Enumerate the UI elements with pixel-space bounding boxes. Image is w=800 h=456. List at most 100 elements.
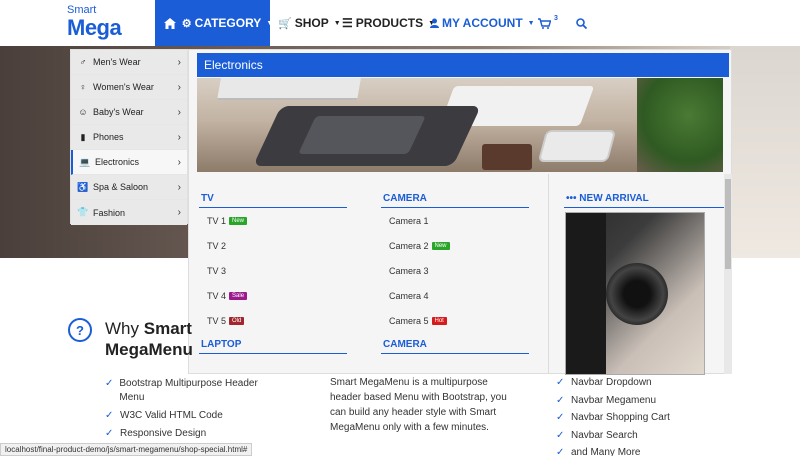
bars-icon: ☰ xyxy=(342,16,353,30)
search-icon xyxy=(576,17,587,29)
nav-cart[interactable]: 3 xyxy=(538,0,558,46)
check-icon: ✓ xyxy=(556,394,565,406)
banner-laptop xyxy=(217,78,361,100)
mega-panel-scrollbar[interactable] xyxy=(724,174,732,374)
tv-item-label: TV 4 xyxy=(207,290,227,301)
nav-category[interactable]: ⚙ CATEGORY ▼ xyxy=(181,0,273,46)
mega-panel-title: Electronics xyxy=(197,53,729,77)
tv-item[interactable]: TV 4 Sale xyxy=(199,283,347,308)
camera-item-label: Camera 3 xyxy=(389,265,429,276)
feature-item: ✓ Responsive Design xyxy=(105,427,275,441)
new-arrival-camera-photo[interactable] xyxy=(565,212,705,375)
features-right-list: ✓ Navbar Dropdown ✓ Navbar Megamenu ✓ Navba… xyxy=(556,374,706,456)
nav-my-account[interactable]: MY ACCOUNT ▼ xyxy=(430,0,535,46)
tv-heading: TV xyxy=(199,190,347,208)
shirt-icon: 👕 xyxy=(77,207,89,217)
photo-hair xyxy=(566,213,606,374)
nav-category-label: CATEGORY xyxy=(194,16,262,30)
camera-item[interactable]: Camera 1 xyxy=(381,208,529,233)
cart-count-badge: 3 xyxy=(554,14,558,22)
nav-shop[interactable]: 🛒 SHOP ▼ xyxy=(278,0,341,46)
navbar: Smart Mega ⚙ CATEGORY ▼ 🛒 SHOP ▼ ☰ PRODU… xyxy=(0,0,800,46)
feature-item: ✓ and Many More xyxy=(556,444,706,456)
camera-column: CAMERA Camera 1 Camera 2 New Camera 3 Cam… xyxy=(381,190,529,354)
nav-my-account-label: MY ACCOUNT xyxy=(442,16,523,30)
hot-badge: Hot xyxy=(431,316,447,325)
feature-item: ✓ Navbar Dropdown xyxy=(556,374,706,392)
why-title-pre: Why xyxy=(105,319,139,338)
camera-item[interactable]: Camera 5 Hot xyxy=(381,308,529,333)
tv-item-label: TV 5 xyxy=(207,315,227,326)
feature-label: Navbar Dropdown xyxy=(571,377,652,388)
submenu-item-label: Spa & Saloon xyxy=(93,182,149,192)
camera-heading: CAMERA xyxy=(381,190,529,208)
chevron-right-icon: › xyxy=(177,56,181,68)
chevron-right-icon: › xyxy=(177,156,181,168)
scrollbar-thumb[interactable] xyxy=(725,179,731,269)
shopping-cart-icon: 🛒 xyxy=(278,17,292,30)
chevron-right-icon: › xyxy=(177,81,181,93)
camera-item[interactable]: Camera 4 xyxy=(381,283,529,308)
electronics-banner-image xyxy=(197,78,723,172)
submenu-item-label: Fashion xyxy=(93,207,126,218)
browser-status-bar: localhost/final-product-demo/js/smart-me… xyxy=(0,443,253,456)
camera-item[interactable]: Camera 2 New xyxy=(381,233,529,258)
camera-item[interactable]: Camera 3 xyxy=(381,258,529,283)
submenu-item-babys-wear[interactable]: ☺ Baby's Wear › xyxy=(71,100,187,125)
child-icon: ☺ xyxy=(78,107,88,117)
logo-mega-text: Mega xyxy=(67,15,122,40)
home-button[interactable] xyxy=(155,0,185,46)
tv-item[interactable]: TV 2 xyxy=(199,233,347,258)
submenu-item-phones[interactable]: ▮ Phones › xyxy=(71,125,187,150)
check-icon: ✓ xyxy=(556,447,565,456)
nav-products-label: PRODUCTS xyxy=(355,16,424,30)
ellipsis-icon: ••• xyxy=(566,193,577,204)
gear-icon: ⚙ xyxy=(181,17,192,30)
tv-item-label: TV 2 xyxy=(207,240,227,251)
feature-item: ✓ Navbar Shopping Cart xyxy=(556,409,706,427)
feature-label: Bootstrap Multipurpose Header Menu xyxy=(119,378,258,403)
feature-item: ✓ Navbar Search xyxy=(556,427,706,445)
feature-label: W3C Valid HTML Code xyxy=(120,410,223,421)
submenu-item-mens-wear[interactable]: ♂ Men's Wear › xyxy=(71,50,187,75)
submenu-item-spa-saloon[interactable]: ♿ Spa & Saloon › xyxy=(71,175,187,200)
user-icon xyxy=(430,18,439,28)
tv-item[interactable]: TV 1 New xyxy=(199,208,347,233)
new-badge: New xyxy=(431,241,450,250)
camera-heading-2: CAMERA xyxy=(381,336,529,354)
feature-item: ✓ Bootstrap Multipurpose Header Menu xyxy=(105,377,275,405)
why-description: Smart MegaMenu is a multipurpose header … xyxy=(330,377,507,433)
chevron-right-icon: › xyxy=(177,181,181,193)
why-title-bold2: MegaMenu xyxy=(105,340,193,359)
tv-item-label: TV 1 xyxy=(207,215,227,226)
submenu-item-womens-wear[interactable]: ♀ Women's Wear › xyxy=(71,75,187,100)
logo[interactable]: Smart Mega xyxy=(58,0,153,46)
banner-phone xyxy=(537,130,617,162)
mega-menu-panel: Electronics TV TV 1 New TV 2 TV 3 TV 4 Sal… xyxy=(188,49,732,375)
camera-item-label: Camera 2 xyxy=(389,240,429,251)
nav-search[interactable] xyxy=(576,0,587,46)
feature-item: ✓ W3C Valid HTML Code xyxy=(105,409,275,423)
submenu-item-label: Baby's Wear xyxy=(93,107,144,117)
submenu-item-electronics[interactable]: 💻 Electronics › xyxy=(71,150,187,175)
submenu-item-label: Men's Wear xyxy=(93,57,141,67)
new-badge: New xyxy=(229,216,248,225)
check-icon: ✓ xyxy=(556,412,565,423)
new-arrival-heading: ••• NEW ARRIVAL xyxy=(564,190,724,208)
submenu-item-fashion[interactable]: 👕 Fashion › xyxy=(71,200,187,225)
wheelchair-icon: ♿ xyxy=(77,181,89,192)
tv-item[interactable]: TV 3 xyxy=(199,258,347,283)
why-title-bold1: Smart xyxy=(143,319,192,338)
male-icon: ♂ xyxy=(79,57,87,67)
category-submenu: ♂ Men's Wear › ♀ Women's Wear › ☺ Baby's… xyxy=(70,49,188,225)
tv-item[interactable]: TV 5 Old xyxy=(199,308,347,333)
nav-products[interactable]: ☰ PRODUCTS ▼ xyxy=(342,0,435,46)
banner-tablet-pad xyxy=(298,116,426,154)
old-badge: Old xyxy=(229,316,245,325)
submenu-item-label: Women's Wear xyxy=(93,82,154,92)
female-icon: ♀ xyxy=(79,82,87,92)
check-icon: ✓ xyxy=(105,428,114,439)
caret-down-icon: ▼ xyxy=(333,19,341,27)
feature-label: Navbar Search xyxy=(571,429,638,441)
cart-icon xyxy=(538,17,551,29)
